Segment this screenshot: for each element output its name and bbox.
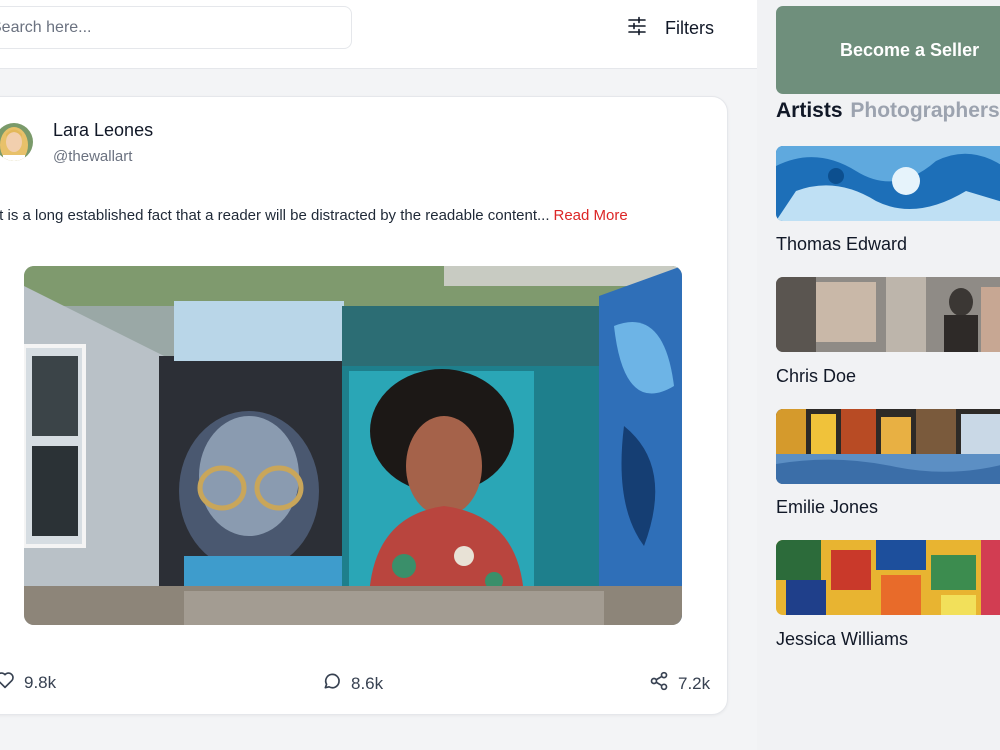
read-more-link[interactable]: Read More [554, 207, 628, 224]
like-count: 9.8k [24, 672, 57, 692]
filters-label: Filters [665, 17, 714, 38]
comment-button[interactable]: 8.6k [322, 671, 383, 696]
top-bar: Filters [0, 0, 757, 69]
artist-thumbnail[interactable] [776, 277, 1000, 352]
artist-name[interactable]: Thomas Edward [776, 234, 907, 255]
author-handle: @thewallart [53, 148, 133, 165]
heart-icon [0, 671, 15, 694]
become-seller-button[interactable]: Become a Seller [776, 6, 1000, 94]
avatar[interactable] [0, 123, 33, 161]
filters-button[interactable]: Filters [603, 7, 738, 49]
sliders-icon [627, 16, 647, 41]
search-input[interactable] [0, 6, 352, 49]
artist-name[interactable]: Emilie Jones [776, 497, 878, 518]
artist-thumbnail[interactable] [776, 146, 1000, 221]
right-sidebar: Become a Seller Artists Photographers Th… [757, 0, 1000, 750]
artist-name[interactable]: Jessica Williams [776, 629, 908, 650]
artist-thumbnail[interactable] [776, 409, 1000, 484]
post-card: Lara Leones @thewallart It is a long est… [0, 96, 728, 715]
post-image[interactable] [24, 266, 682, 625]
tab-artists[interactable]: Artists [776, 99, 843, 122]
like-button[interactable]: 9.8k [0, 671, 56, 694]
tab-photographers[interactable]: Photographers [850, 99, 999, 122]
comment-count: 8.6k [351, 673, 384, 693]
share-count: 7.2k [678, 673, 711, 693]
artist-thumbnail[interactable] [776, 540, 1000, 615]
post-body: It is a long established fact that a rea… [0, 207, 550, 224]
share-icon [649, 671, 669, 696]
author-name[interactable]: Lara Leones [53, 120, 153, 141]
share-button[interactable]: 7.2k [649, 671, 710, 696]
artist-name[interactable]: Chris Doe [776, 366, 856, 387]
comment-icon [322, 671, 342, 696]
post-text: It is a long established fact that a rea… [0, 207, 628, 224]
sidebar-tabs: Artists Photographers [776, 99, 1000, 123]
